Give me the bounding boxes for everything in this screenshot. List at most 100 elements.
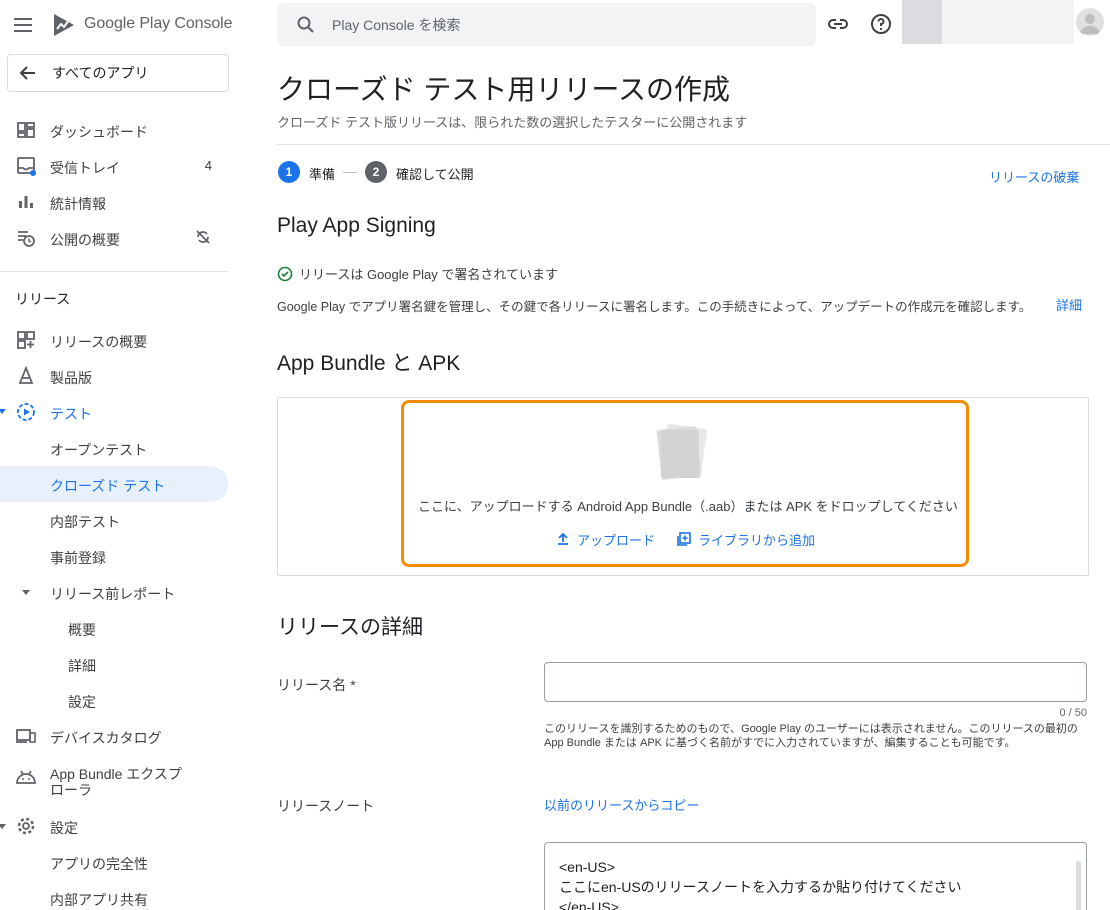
sidebar-item-label: クローズド テスト [50, 478, 166, 494]
sidebar-item-label: 公開の概要 [50, 232, 120, 248]
releases-overview-icon [17, 331, 35, 349]
expand-caret-icon [22, 590, 30, 595]
sidebar-item-statistics[interactable]: 統計情報 [0, 184, 228, 220]
release-name-help: このリリースを識別するためのもので、Google Play のユーザーには表示さ… [544, 723, 1078, 749]
search-bar[interactable] [277, 3, 816, 46]
avatar[interactable] [1076, 8, 1104, 36]
sidebar-item-label: リリースの概要 [50, 334, 148, 350]
signing-status-text: リリースは Google Play で署名されています [299, 267, 559, 282]
play-console-logo-icon [54, 14, 74, 36]
release-notes-input[interactable]: <en-US> ここにen-USのリリースノートを入力するか貼り付けてください … [545, 843, 1075, 910]
sidebar-item-label: オープンテスト [50, 442, 148, 458]
menu-icon[interactable] [14, 14, 36, 36]
release-details-heading: リリースの詳細 [277, 616, 423, 639]
production-icon [18, 366, 34, 384]
scrollbar[interactable] [1076, 861, 1081, 910]
sidebar-item-inbox[interactable]: 受信トレイ 4 [0, 148, 228, 184]
sidebar-item-open-testing[interactable]: オープンテスト [0, 430, 228, 466]
library-add-icon [677, 532, 691, 546]
dashboard-icon [17, 122, 35, 138]
search-icon [297, 16, 314, 33]
bundles-heading: App Bundle と APK [277, 352, 461, 375]
arrow-back-icon [19, 66, 35, 80]
testing-icon [17, 403, 35, 421]
sidebar-item-app-bundle-explorer[interactable]: App Bundle エクスプローラ [0, 760, 228, 802]
release-notes-label: リリースノート [277, 798, 375, 814]
account-switcher-placeholder[interactable] [902, 0, 942, 44]
app-bundle-explorer-icon [16, 770, 36, 784]
sidebar-item-label: デバイスカタログ [50, 730, 162, 746]
sidebar-item-production[interactable]: 製品版 [0, 358, 228, 394]
all-apps-label: すべてのアプリ [52, 65, 149, 81]
sidebar-item-label: 事前登録 [50, 550, 106, 566]
add-from-library-button[interactable]: ライブラリから追加 [676, 529, 815, 549]
account-avatar-icon [1080, 14, 1100, 34]
upload-button[interactable]: アップロード [555, 529, 655, 549]
sidebar-item-label: 統計情報 [50, 196, 106, 212]
signing-description: Google Play でアプリ署名鍵を管理し、その鍵で各リリースに署名します。… [277, 300, 1032, 314]
sidebar-item-label: アプリの完全性 [50, 856, 148, 872]
page-subtitle: クローズド テスト版リリースは、限られた数の選択したテスターに公開されます [277, 115, 748, 130]
sidebar-item-pre-launch-report[interactable]: リリース前レポート [0, 574, 228, 610]
release-notes-box: <en-US> ここにen-USのリリースノートを入力するか貼り付けてください … [544, 842, 1087, 910]
sidebar-item-closed-testing[interactable]: クローズド テスト [0, 466, 228, 502]
all-apps-button[interactable]: すべてのアプリ [7, 54, 229, 92]
help-icon[interactable] [869, 12, 893, 36]
sidebar-item-label: 概要 [68, 622, 96, 638]
inbox-icon [17, 157, 36, 176]
sidebar-item-report-details[interactable]: 詳細 [0, 646, 228, 682]
release-section-label: リリース [15, 291, 71, 307]
sidebar-item-label: リリース前レポート [50, 586, 176, 602]
sidebar-item-internal-testing[interactable]: 内部テスト [0, 502, 228, 538]
release-name-input[interactable] [544, 662, 1087, 702]
page-title: クローズド テスト用リリースの作成 [277, 74, 730, 105]
sidebar-item-label: 内部アプリ共有 [50, 892, 148, 908]
expand-caret-icon [0, 409, 6, 414]
settings-icon [17, 817, 35, 835]
step-connector [343, 172, 357, 173]
search-input[interactable] [332, 3, 792, 46]
sidebar-item-report-settings[interactable]: 設定 [0, 682, 228, 718]
sidebar-item-internal-app-sharing[interactable]: 内部アプリ共有 [0, 880, 228, 910]
link-icon[interactable] [826, 12, 850, 36]
discard-release-link[interactable]: リリースの破棄 [989, 167, 1079, 186]
expand-caret-icon [0, 824, 6, 829]
step-2-badge: 2 [365, 161, 387, 183]
sidebar-item-report-overview[interactable]: 概要 [0, 610, 228, 646]
sidebar-item-publishing-overview[interactable]: 公開の概要 [0, 220, 228, 256]
sidebar-item-app-integrity[interactable]: アプリの完全性 [0, 844, 228, 880]
step-1-label: 準備 [309, 167, 336, 182]
sidebar-item-label: 受信トレイ [50, 160, 120, 176]
header-divider [277, 144, 1110, 145]
document-icon [656, 423, 708, 480]
sidebar-header: Google Play Console [0, 0, 240, 50]
sidebar: Google Play Console すべてのアプリ ダッシュボード 受信トレ… [0, 0, 240, 910]
sidebar-divider [0, 271, 228, 272]
upload-icon [558, 532, 568, 545]
char-counter: 0 / 50 [1059, 707, 1087, 719]
app-logo-text: Google Play Console [84, 15, 233, 32]
sidebar-item-label: 内部テスト [50, 514, 120, 530]
sidebar-item-testing[interactable]: テスト [0, 394, 228, 430]
copy-previous-release-link[interactable]: 以前のリリースからコピー [544, 795, 699, 814]
sidebar-item-label: 設定 [50, 820, 78, 836]
drop-instructions: ここに、アップロードする Android App Bundle（.aab）または… [418, 499, 958, 514]
bar-chart-icon [19, 196, 33, 208]
check-circle-icon [277, 266, 293, 281]
release-name-label: リリース名 * [277, 677, 356, 693]
sidebar-item-dashboard[interactable]: ダッシュボード [0, 112, 228, 148]
inbox-count: 4 [204, 158, 212, 173]
step-2-label: 確認して公開 [396, 167, 474, 182]
step-1-badge: 1 [278, 161, 300, 183]
sidebar-item-releases-overview[interactable]: リリースの概要 [0, 322, 228, 358]
sidebar-item-label: テスト [50, 406, 92, 422]
account-name-placeholder[interactable] [942, 0, 1074, 44]
signing-status: リリースは Google Play で署名されています [277, 264, 558, 283]
sidebar-item-settings[interactable]: 設定 [0, 808, 228, 844]
sidebar-item-pre-registration[interactable]: 事前登録 [0, 538, 228, 574]
library-label: ライブラリから追加 [698, 532, 816, 548]
learn-more-link[interactable]: 詳細 [1056, 295, 1082, 314]
sidebar-item-label: 設定 [68, 694, 96, 710]
sidebar-item-device-catalog[interactable]: デバイスカタログ [0, 718, 228, 754]
sidebar-item-label: 詳細 [68, 658, 96, 674]
